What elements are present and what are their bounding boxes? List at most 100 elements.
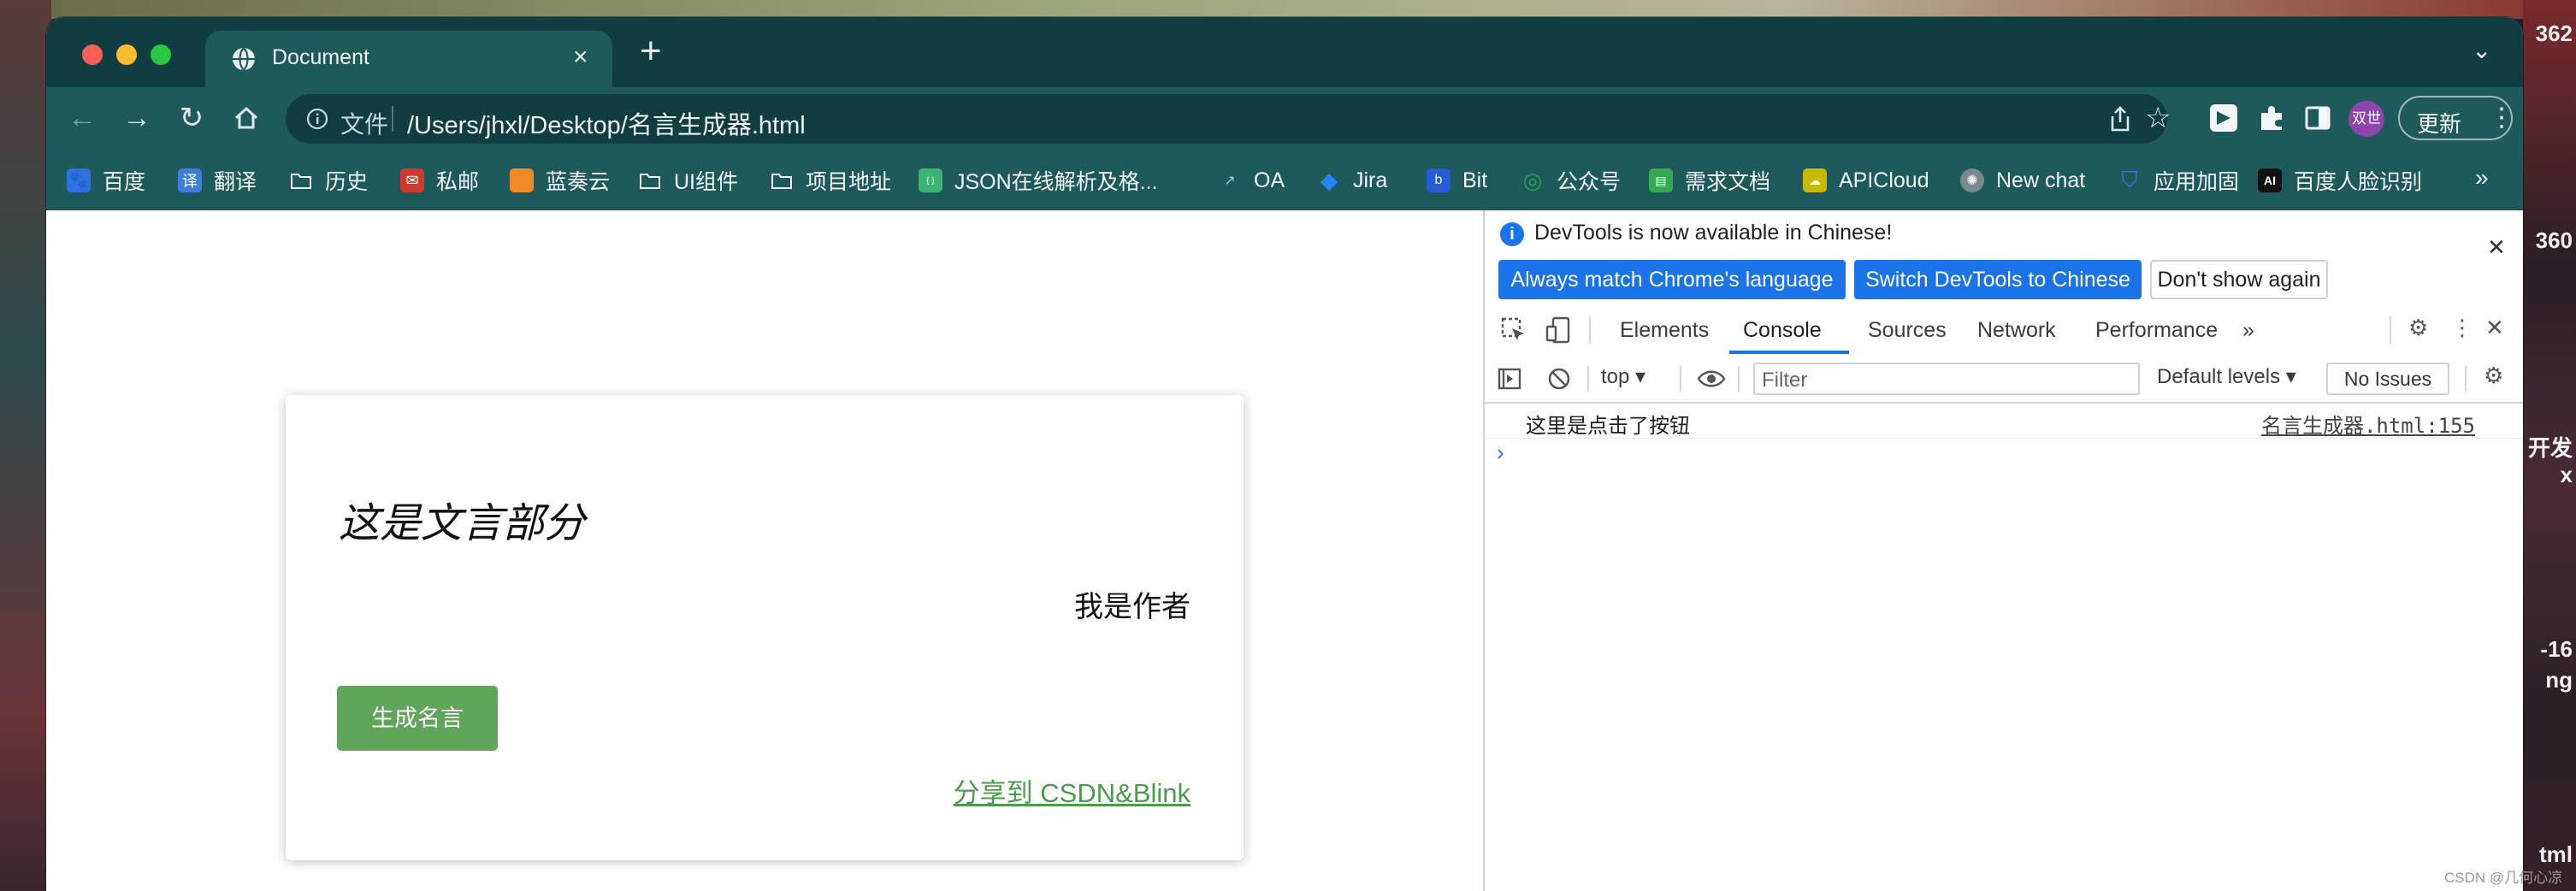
folder-icon <box>291 174 311 189</box>
bookmark-label: Bit <box>1462 168 1488 192</box>
quote-card: 这是文言部分 我是作者 生成名言 分享到 CSDN&Blink <box>286 395 1244 860</box>
desktop-text: ng <box>2545 667 2573 693</box>
openai-icon: ✺ <box>1960 168 1984 192</box>
bookmark-item[interactable]: ✉ 私邮 <box>400 164 479 197</box>
profile-avatar[interactable]: 双世 <box>2349 101 2384 137</box>
bookmark-item[interactable]: 译翻译 <box>178 164 257 197</box>
extension-app-icon[interactable] <box>2208 103 2239 133</box>
bookmark-item[interactable]: ◆ Jira <box>1317 164 1387 197</box>
bookmark-item[interactable]: UI组件 <box>638 164 738 197</box>
more-vertical-icon[interactable]: ⋮ <box>2451 315 2473 341</box>
console-settings-gear-icon[interactable]: ⚙ <box>2484 363 2503 389</box>
bookmark-label: 需求文档 <box>1685 170 1771 194</box>
folder-icon <box>640 174 660 189</box>
desktop-text: 开发 <box>2527 435 2573 461</box>
mail-icon: ✉ <box>400 168 424 192</box>
close-infobar-icon[interactable]: ✕ <box>2487 234 2506 261</box>
bookmark-label: OA <box>1254 168 1285 192</box>
clear-console-icon[interactable] <box>1546 366 1572 392</box>
address-bar[interactable]: 文件 /Users/jhxl/Desktop/名言生成器.html ☆ <box>286 94 2171 144</box>
lanzou-icon <box>510 168 534 192</box>
more-tabs-button[interactable]: » <box>2242 318 2254 343</box>
bookmarks-bar: 🐾 百度 译翻译 历史 ✉ 私邮 蓝奏云 UI组件 项目地址 { } JSON在线解析… <box>46 150 2523 210</box>
share-link[interactable]: 分享到 CSDN&Blink <box>954 771 1191 810</box>
log-levels-label: Default levels <box>2157 365 2281 388</box>
context-selector[interactable]: top ▾ <box>1601 364 1645 389</box>
bookmark-item[interactable]: ⛉ 应用加固 <box>2118 164 2239 197</box>
always-match-language-button[interactable]: Always match Chrome's language <box>1498 260 1846 299</box>
bookmark-item[interactable]: 蓝奏云 <box>510 164 610 197</box>
update-button[interactable]: 更新 ⋮ <box>2398 96 2514 140</box>
url-scheme-label: 文件 <box>340 111 389 138</box>
more-vertical-icon: ⋮ <box>2489 103 2514 132</box>
url-text[interactable]: /Users/jhxl/Desktop/名言生成器.html <box>407 105 806 141</box>
log-levels-dropdown[interactable]: Default levels ▾ <box>2157 364 2296 389</box>
bookmark-item[interactable]: AI 百度人脸识别 <box>2258 164 2422 197</box>
share-icon[interactable] <box>2107 104 2133 133</box>
desktop-text: tml <box>2539 841 2573 867</box>
bookmark-item[interactable]: 历史 <box>289 164 368 197</box>
inspect-element-icon[interactable] <box>1500 316 1527 344</box>
home-icon[interactable] <box>227 99 265 137</box>
address-separator <box>392 106 393 132</box>
bookmark-item[interactable]: ◎ 公众号 <box>1521 164 1621 197</box>
browser-toolbar: ← → ↻ 文件 /Users/jhxl/Desktop/名言生成器.html … <box>46 87 2523 150</box>
json-icon: { } <box>919 168 942 192</box>
side-panel-icon[interactable] <box>2302 103 2333 133</box>
window-minimize-button[interactable] <box>116 44 137 65</box>
jira-icon: ◆ <box>1320 167 1338 193</box>
close-tab-icon[interactable]: × <box>573 43 588 72</box>
tab-network[interactable]: Network <box>1977 318 2056 343</box>
generate-quote-button[interactable]: 生成名言 <box>337 686 498 751</box>
toolbar-divider <box>1680 366 1681 392</box>
settings-gear-icon[interactable]: ⚙ <box>2408 315 2428 341</box>
update-button-label: 更新 <box>2417 111 2462 137</box>
reload-icon[interactable]: ↻ <box>173 99 210 137</box>
bookmarks-overflow-button[interactable]: » <box>2475 164 2489 192</box>
eye-icon[interactable] <box>1697 368 1726 390</box>
desktop-text: 362 <box>2535 21 2573 46</box>
bookmark-label: APICloud <box>1839 168 1929 192</box>
window-maximize-button[interactable] <box>151 44 171 65</box>
browser-tab[interactable]: Document × <box>205 31 612 87</box>
bookmark-star-icon[interactable]: ☆ <box>2145 101 2171 135</box>
bookmark-item[interactable]: b Bit <box>1427 164 1487 197</box>
back-arrow-icon[interactable]: ← <box>63 99 101 137</box>
tab-sources[interactable]: Sources <box>1868 318 1947 343</box>
forward-arrow-icon[interactable]: → <box>118 99 156 137</box>
bookmark-item[interactable]: 项目地址 <box>770 164 891 197</box>
browser-window: Document × + ⌄ ← → ↻ 文件 /Users/jhxl/Desk… <box>46 17 2523 891</box>
dont-show-again-button[interactable]: Don't show again <box>2150 260 2328 299</box>
devtools-panel: i DevTools is now available in Chinese! … <box>1483 210 2523 891</box>
window-close-button[interactable] <box>82 44 103 65</box>
switch-to-chinese-button[interactable]: Switch DevTools to Chinese <box>1854 260 2142 299</box>
issues-button[interactable]: No Issues <box>2326 363 2449 395</box>
sheet-icon: ▤ <box>1649 168 1673 192</box>
close-devtools-icon[interactable]: ✕ <box>2485 315 2504 341</box>
console-prompt-chevron-icon[interactable]: › <box>1497 440 1504 466</box>
console-filter-input[interactable]: Filter <box>1753 363 2140 395</box>
tab-search-chevron-icon[interactable]: ⌄ <box>2472 36 2491 64</box>
extensions-puzzle-icon[interactable] <box>2256 103 2287 133</box>
bookmark-item[interactable]: ▤ 需求文档 <box>1649 164 1770 197</box>
bookmark-item[interactable]: 🐾 百度 <box>67 164 145 197</box>
new-tab-button[interactable]: + <box>640 32 662 70</box>
desktop-text: 360 <box>2535 227 2573 253</box>
device-toolbar-icon[interactable] <box>1545 316 1572 344</box>
bookmark-item[interactable]: { } JSON在线解析及格... <box>919 164 1158 197</box>
sidebar-toggle-icon[interactable] <box>1497 366 1522 392</box>
tab-performance[interactable]: Performance <box>2095 318 2218 343</box>
bookmark-item[interactable]: ↗ OA <box>1218 164 1285 197</box>
bookmark-label: Jira <box>1353 168 1388 192</box>
page-viewport: 这是文言部分 我是作者 生成名言 分享到 CSDN&Blink <box>46 210 1483 891</box>
toolbar-divider <box>2465 366 2467 392</box>
bookmark-item[interactable]: ☁ APICloud <box>1803 164 1929 197</box>
tab-console[interactable]: Console <box>1743 318 1822 343</box>
console-log-source-link[interactable]: 名言生成器.html:155 <box>2261 409 2475 439</box>
infobar-message: DevTools is now available in Chinese! <box>1534 221 1893 245</box>
tab-strip: Document × + ⌄ <box>46 17 2523 87</box>
info-icon[interactable] <box>306 108 328 130</box>
bookmark-item[interactable]: ✺ New chat <box>1960 164 2085 197</box>
tab-elements[interactable]: Elements <box>1620 318 1709 343</box>
wechat-official-icon: ◎ <box>1522 167 1543 193</box>
